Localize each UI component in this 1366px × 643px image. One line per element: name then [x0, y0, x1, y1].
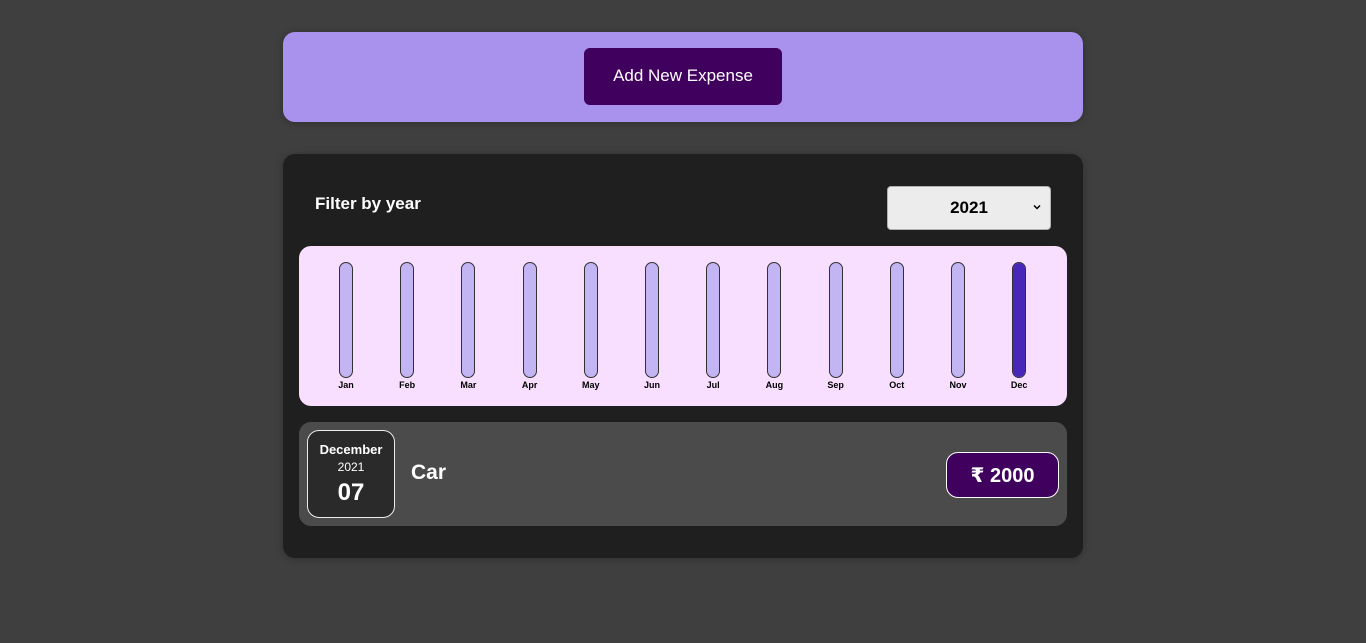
chart-label-jan: Jan	[338, 380, 354, 390]
chart-bar-apr	[522, 262, 537, 378]
expenses-chart: Jan Feb Mar Apr May Jun Jul Aug Sep Oct Nov Dec	[299, 246, 1067, 406]
chart-label-may: May	[582, 380, 600, 390]
chart-bar-jan	[339, 262, 353, 378]
expense-amount: ₹ 2000	[946, 452, 1059, 498]
chevron-down-icon	[1033, 204, 1041, 210]
chart-label-aug: Aug	[765, 380, 784, 390]
chart-label-jun: Jun	[643, 380, 660, 390]
chart-label-nov: Nov	[949, 380, 967, 390]
expense-title: Car	[411, 461, 447, 484]
chart-bar-feb	[400, 262, 415, 378]
chart-label-mar: Mar	[460, 380, 477, 390]
chart-bar-may	[583, 262, 598, 378]
expenses-panel: Filter by year 2021 Jan Feb Mar Apr May Jun Ju…	[283, 154, 1083, 558]
chart-bar-nov	[951, 262, 965, 378]
chart-bar-fill-dec	[1013, 263, 1026, 377]
chart-bar-aug	[767, 262, 782, 378]
chart-label-oct: Oct	[889, 380, 905, 390]
chart-bar-jun	[645, 262, 659, 378]
chart-bar-oct	[889, 262, 904, 378]
expense-item[interactable]: December 2021 07 Car ₹ 2000	[299, 422, 1067, 526]
chart-label-sep: Sep	[827, 380, 844, 390]
expense-date: December 2021 07	[307, 430, 395, 518]
new-expense-panel: Add New Expense	[283, 32, 1083, 122]
chart-bar-sep	[828, 262, 843, 378]
chart-label-jul: Jul	[706, 380, 720, 390]
chart-bar-jul	[706, 262, 721, 378]
chart-bar-mar	[461, 262, 476, 378]
chart-label-dec: Dec	[1010, 380, 1028, 390]
filter-label: Filter by year	[315, 194, 421, 213]
year-filter-select[interactable]: 2021	[887, 186, 1051, 230]
chart-bar-dec	[1012, 262, 1027, 378]
add-new-expense-button[interactable]: Add New Expense	[584, 47, 782, 105]
expense-date-month: December	[319, 442, 383, 457]
selected-year: 2021	[950, 198, 988, 217]
expense-date-year: 2021	[337, 460, 365, 474]
expense-date-day: 07	[337, 479, 365, 506]
chart-label-apr: Apr	[521, 380, 538, 390]
chart-label-feb: Feb	[399, 380, 416, 390]
